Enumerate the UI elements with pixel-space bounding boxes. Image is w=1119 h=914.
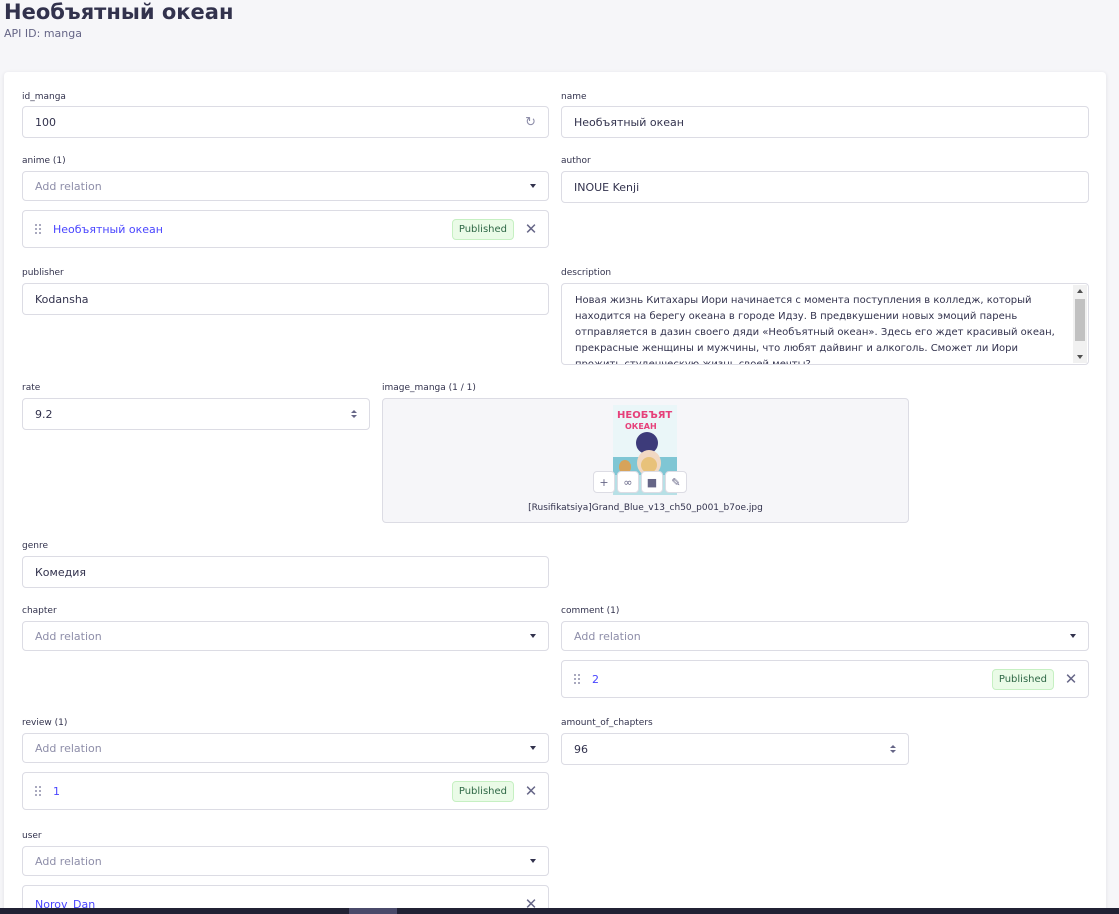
name-value: Необъятный океан — [574, 115, 684, 129]
publisher-input[interactable]: Kodansha — [22, 283, 549, 315]
comment-label: comment (1) — [561, 606, 620, 616]
review-relation-item[interactable]: 1 Published ✕ — [22, 772, 549, 810]
user-relation-select[interactable]: Add relation — [22, 846, 549, 876]
pencil-icon[interactable]: ✎ — [665, 471, 687, 493]
trash-icon[interactable]: ■ — [641, 471, 663, 493]
author-input[interactable]: INOUE Kenji — [561, 171, 1089, 203]
comment-relation-item[interactable]: 2 Published ✕ — [561, 660, 1089, 698]
chapter-placeholder: Add relation — [35, 629, 102, 643]
chevron-down-icon[interactable] — [530, 184, 536, 188]
svg-text:НЕОБЪЯТ: НЕОБЪЯТ — [617, 410, 672, 421]
horizontal-scrollbar[interactable] — [0, 908, 1119, 914]
rate-label: rate — [22, 383, 41, 393]
image-manga-media[interactable]: НЕОБЪЯТ ОКЕАН + ∞ ■ ✎ [Rusifikatsiya]Gra… — [382, 398, 909, 523]
close-icon[interactable]: ✕ — [1064, 670, 1078, 688]
anime-relation-select[interactable]: Add relation — [22, 171, 549, 201]
genre-label: genre — [22, 541, 48, 551]
chevron-down-icon[interactable] — [1070, 634, 1076, 638]
anime-label: anime (1) — [22, 156, 66, 166]
description-value: Новая жизнь Китахары Иори начинается с м… — [575, 295, 1055, 365]
chevron-down-icon[interactable] — [530, 634, 536, 638]
author-value: INOUE Kenji — [574, 180, 640, 194]
description-label: description — [561, 268, 612, 278]
user-label: user — [22, 831, 42, 841]
link-icon[interactable]: ∞ — [617, 471, 639, 493]
review-relation-link[interactable]: 1 — [53, 785, 452, 798]
number-stepper-icon[interactable] — [890, 745, 896, 753]
status-badge: Published — [451, 218, 514, 240]
publisher-value: Kodansha — [35, 292, 89, 306]
comment-placeholder: Add relation — [574, 629, 641, 643]
user-placeholder: Add relation — [35, 854, 102, 868]
plus-icon[interactable]: + — [593, 471, 615, 493]
name-input[interactable]: Необъятный океан — [561, 106, 1089, 138]
close-icon[interactable]: ✕ — [524, 782, 538, 800]
api-id: API ID: manga — [4, 27, 82, 40]
review-placeholder: Add relation — [35, 741, 102, 755]
anime-relation-link[interactable]: Необъятный океан — [53, 223, 452, 236]
id-manga-label: id_manga — [22, 92, 66, 102]
rate-input[interactable]: 9.2 — [22, 398, 370, 430]
comment-relation-select[interactable]: Add relation — [561, 621, 1089, 651]
drag-handle-icon[interactable] — [574, 674, 580, 684]
comment-relation-link[interactable]: 2 — [592, 673, 992, 686]
status-badge: Published — [451, 780, 514, 802]
media-actions: + ∞ ■ ✎ — [593, 471, 687, 493]
chapter-relation-select[interactable]: Add relation — [22, 621, 549, 651]
author-label: author — [561, 156, 591, 166]
edit-form-card: id_manga 100 ↻ name Необъятный океан ani… — [4, 72, 1106, 914]
chevron-down-icon[interactable] — [530, 859, 536, 863]
review-label: review (1) — [22, 718, 68, 728]
chevron-down-icon[interactable] — [530, 746, 536, 750]
drag-handle-icon[interactable] — [35, 786, 41, 796]
image-filename: [Rusifikatsiya]Grand_Blue_v13_ch50_p001_… — [528, 503, 763, 513]
publisher-label: publisher — [22, 268, 64, 278]
amount-of-chapters-input[interactable]: 96 — [561, 733, 909, 765]
image-manga-label: image_manga (1 / 1) — [382, 383, 476, 393]
genre-input[interactable]: Комедия — [22, 556, 549, 588]
anime-relation-item[interactable]: Необъятный океан Published ✕ — [22, 210, 549, 248]
svg-text:ОКЕАН: ОКЕАН — [625, 422, 657, 431]
anime-placeholder: Add relation — [35, 179, 102, 193]
genre-value: Комедия — [35, 565, 86, 579]
review-relation-select[interactable]: Add relation — [22, 733, 549, 763]
id-manga-input[interactable]: 100 ↻ — [22, 106, 549, 138]
status-badge: Published — [991, 668, 1054, 690]
number-stepper-icon[interactable] — [351, 410, 357, 418]
close-icon[interactable]: ✕ — [524, 220, 538, 238]
chapter-label: chapter — [22, 606, 57, 616]
amount-of-chapters-label: amount_of_chapters — [561, 718, 653, 728]
rate-value: 9.2 — [35, 407, 53, 421]
description-textarea[interactable]: Новая жизнь Китахары Иори начинается с м… — [561, 283, 1089, 365]
description-scrollbar[interactable] — [1073, 285, 1087, 363]
name-label: name — [561, 92, 587, 102]
amount-of-chapters-value: 96 — [574, 742, 588, 756]
drag-handle-icon[interactable] — [35, 224, 41, 234]
refresh-icon[interactable]: ↻ — [525, 115, 536, 130]
page-title: Необъятный океан — [4, 0, 234, 24]
id-manga-value: 100 — [35, 115, 56, 129]
